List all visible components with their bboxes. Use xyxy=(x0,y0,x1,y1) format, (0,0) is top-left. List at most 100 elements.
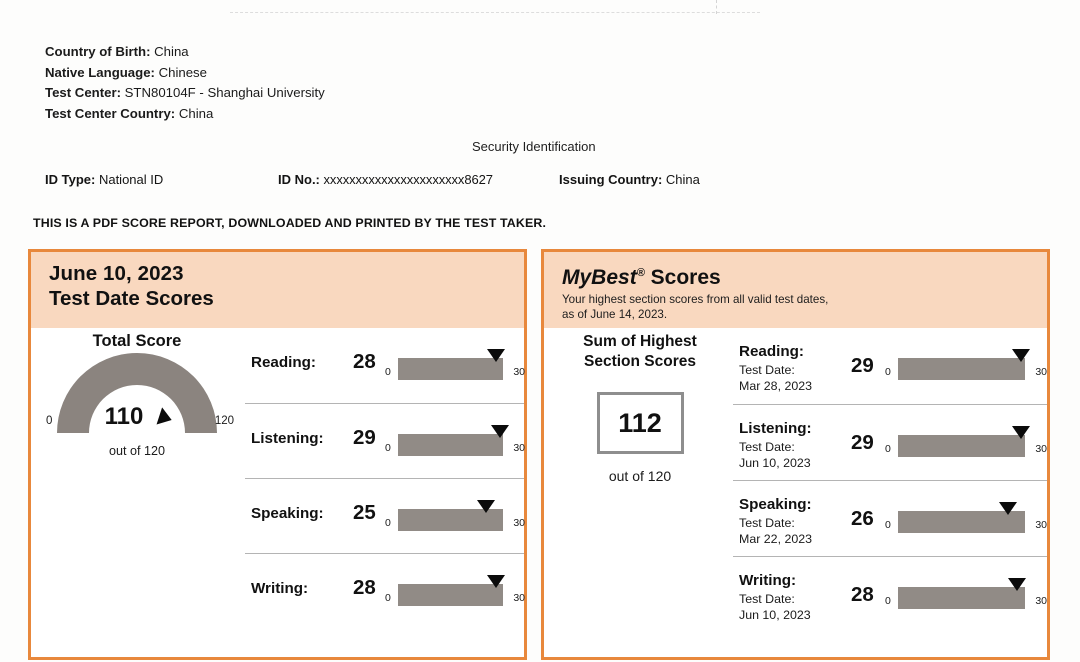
info-value: China xyxy=(154,44,189,59)
section-score-row-content: Speaking: Test Date: Mar 22, 2023 26 0 30 xyxy=(733,481,1047,556)
section-score-row-content: Writing: Test Date: Jun 10, 2023 28 0 30 xyxy=(733,557,1047,632)
test-date-label: Test Date: xyxy=(739,440,795,454)
id-type-label: ID Type: xyxy=(45,172,96,187)
mybest-scores-header: MyBest® Scores Your highest section scor… xyxy=(544,252,1047,328)
bar-max-tick: 30 xyxy=(1035,519,1047,531)
security-identification-title: Security Identification xyxy=(472,139,596,154)
bar-fill xyxy=(898,358,1025,380)
test-date-section-rows: Reading: 28 0 30 Listening: 29 0 30 Speaking: 25 0… xyxy=(245,328,525,628)
section-score-row-content: Writing: 28 0 30 xyxy=(245,554,525,628)
bar-score-marker-icon xyxy=(487,349,505,362)
bar-max-tick: 30 xyxy=(513,366,525,378)
bar-min-tick: 0 xyxy=(385,442,391,454)
issuing-country-cell: Issuing Country: China xyxy=(559,172,700,187)
sum-title-line-1: Sum of Highest xyxy=(583,333,697,350)
info-row-country-of-birth: Country of Birth: China xyxy=(45,42,325,63)
total-score-title: Total Score xyxy=(92,332,182,350)
bar-max-tick: 30 xyxy=(1035,595,1047,607)
section-score-value: 28 xyxy=(851,583,874,606)
bar-min-tick: 0 xyxy=(885,519,891,531)
info-label: Native Language: xyxy=(45,64,155,80)
section-score-row-content: Reading: Test Date: Mar 28, 2023 29 0 30 xyxy=(733,328,1047,404)
section-score-row: Writing: Test Date: Jun 10, 2023 28 0 30 xyxy=(733,556,1047,632)
bar-track xyxy=(398,500,503,531)
section-name-label: Reading: xyxy=(739,343,804,360)
bar-max-tick: 30 xyxy=(513,442,525,454)
total-score-gauge: Total Score 0 120 110 out of 120 xyxy=(39,332,235,458)
bar-max-tick: 30 xyxy=(513,517,525,529)
bar-track xyxy=(898,502,1025,533)
bar-score-marker-icon xyxy=(476,500,495,513)
section-test-date: Test Date: Jun 10, 2023 xyxy=(739,591,811,623)
bar-score-marker-icon xyxy=(1011,349,1030,362)
bar-track xyxy=(898,426,1030,457)
bar-score-marker-icon xyxy=(490,425,509,438)
registered-mark-icon: ® xyxy=(636,267,645,279)
section-score-value: 26 xyxy=(851,507,874,530)
test-date-label: Test Date: xyxy=(739,516,795,530)
sum-title: Sum of Highest Section Scores xyxy=(550,332,730,372)
bar-min-tick: 0 xyxy=(385,592,391,604)
section-name-label: Listening: xyxy=(251,430,324,447)
section-test-date: Test Date: Mar 28, 2023 xyxy=(739,362,812,394)
bar-min-tick: 0 xyxy=(885,443,891,455)
bar-score-marker-icon xyxy=(1011,426,1030,439)
bar-min-tick: 0 xyxy=(885,595,891,607)
bar-score-marker-icon xyxy=(1007,578,1026,591)
section-score-value: 29 xyxy=(353,426,376,449)
test-date-value: Jun 10, 2023 xyxy=(739,608,811,622)
mybest-section-rows: Reading: Test Date: Mar 28, 2023 29 0 30 Liste… xyxy=(733,328,1047,632)
bar-track xyxy=(398,349,505,380)
gauge-graphic: 0 120 110 xyxy=(39,353,235,441)
section-score-row: Reading: 28 0 30 xyxy=(245,328,525,403)
section-score-row-content: Reading: 28 0 30 xyxy=(245,328,525,403)
sum-out-of: out of 120 xyxy=(608,468,672,484)
test-date-value: Mar 22, 2023 xyxy=(739,532,813,546)
id-number-label: ID No.: xyxy=(278,172,320,187)
mybest-scores-panel: MyBest® Scores Your highest section scor… xyxy=(541,249,1050,660)
bar-min-tick: 0 xyxy=(385,517,391,529)
section-test-date: Test Date: Jun 10, 2023 xyxy=(739,439,811,471)
info-label: Test Center: xyxy=(45,85,121,100)
score-report-page: Country of Birth: China Native Language:… xyxy=(0,0,1080,662)
section-score-value: 29 xyxy=(851,354,874,377)
bar-min-tick: 0 xyxy=(885,366,891,378)
section-score-row: Writing: 28 0 30 xyxy=(245,553,525,628)
info-label: Country of Birth: xyxy=(45,44,151,59)
section-score-value: 28 xyxy=(353,576,376,599)
id-number-cell: ID No.: xxxxxxxxxxxxxxxxxxxxxx8627 xyxy=(278,172,493,187)
bar-max-tick: 30 xyxy=(1035,443,1047,455)
bar-track xyxy=(898,349,1030,380)
test-date-label: June 10, 2023 xyxy=(49,262,184,285)
candidate-info-block: Country of Birth: China Native Language:… xyxy=(45,42,325,124)
info-value: Chinese xyxy=(158,64,207,80)
section-name-label: Speaking: xyxy=(739,496,812,513)
test-date-scores-title: Test Date Scores xyxy=(49,287,214,310)
bar-score-marker-icon xyxy=(999,502,1018,515)
mybest-subtitle: Your highest section scores from all val… xyxy=(562,292,1047,322)
section-score-row: Listening: Test Date: Jun 10, 2023 29 0 30 xyxy=(733,404,1047,480)
test-date-scores-header: June 10, 2023 Test Date Scores xyxy=(31,252,524,328)
mybest-scores-title: MyBest® Scores xyxy=(562,261,1047,290)
mybest-scores-suffix: Scores xyxy=(644,266,721,289)
section-score-row: Speaking: 25 0 30 xyxy=(245,478,525,553)
section-name-label: Speaking: xyxy=(251,505,324,522)
test-date-scores-panel: June 10, 2023 Test Date Scores Total Sco… xyxy=(28,249,527,660)
issuing-country-label: Issuing Country: xyxy=(559,172,663,187)
sum-value: 112 xyxy=(618,407,662,438)
test-date-label: Test Date: xyxy=(739,363,795,377)
id-type-cell: ID Type: National ID xyxy=(45,172,163,187)
pdf-report-notice: THIS IS A PDF SCORE REPORT, DOWNLOADED A… xyxy=(33,216,547,230)
issuing-country-value: China xyxy=(665,172,700,187)
scan-artifact-line xyxy=(230,12,760,13)
bar-fill xyxy=(898,587,1025,609)
section-score-value: 28 xyxy=(353,350,376,373)
id-number-value: xxxxxxxxxxxxxxxxxxxxxx8627 xyxy=(323,172,493,187)
bar-fill xyxy=(898,435,1025,457)
section-name-label: Listening: xyxy=(739,420,812,437)
info-value: China xyxy=(178,105,214,121)
id-type-value: National ID xyxy=(98,172,164,187)
bar-min-tick: 0 xyxy=(385,366,391,378)
section-score-value: 29 xyxy=(851,431,874,454)
section-name-label: Writing: xyxy=(739,572,797,589)
